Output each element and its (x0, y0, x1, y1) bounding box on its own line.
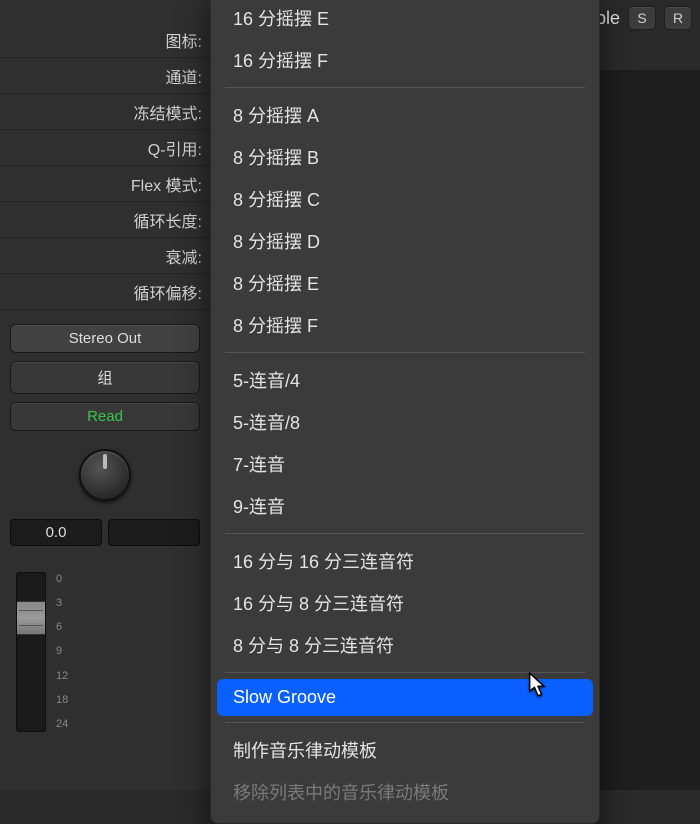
menu-item[interactable]: 9-连音 (211, 485, 599, 527)
ruler-tick: 9 (56, 646, 68, 657)
automation-read-button[interactable]: Read (10, 402, 200, 431)
menu-item[interactable]: 5-连音/8 (211, 401, 599, 443)
menu-item[interactable]: 7-连音 (211, 443, 599, 485)
solo-button[interactable]: S (628, 6, 656, 30)
menu-item[interactable]: 16 分与 8 分三连音符 (211, 582, 599, 624)
inspector-panel: 图标: 通道: 冻结模式: Q-引用: Flex 模式: 循环长度: 衰减: 循… (0, 0, 210, 790)
ruler-tick: 0 (56, 574, 68, 585)
menu-item[interactable]: 8 分摇摆 C (211, 178, 599, 220)
menu-separator (225, 722, 585, 723)
menu-separator (225, 352, 585, 353)
stereo-out-button[interactable]: Stereo Out (10, 324, 200, 353)
volume-fader[interactable] (16, 572, 46, 732)
menu-item[interactable]: 制作音乐律动模板 (211, 729, 599, 771)
ruler-tick: 6 (56, 622, 68, 633)
menu-separator (225, 87, 585, 88)
ruler-tick: 3 (56, 598, 68, 609)
ruler-tick: 12 (56, 671, 68, 682)
menu-item[interactable]: 8 分与 8 分三连音符 (211, 624, 599, 666)
menu-separator (225, 672, 585, 673)
menu-item[interactable]: 8 分摇摆 F (211, 304, 599, 346)
label-loop-offset: 循环偏移: (0, 274, 210, 310)
label-q-reference: Q-引用: (0, 130, 210, 166)
ruler-tick: 24 (56, 719, 68, 730)
menu-item[interactable]: 8 分摇摆 E (211, 262, 599, 304)
menu-separator (225, 533, 585, 534)
menu-item[interactable]: 5-连音/4 (211, 359, 599, 401)
label-icon: 图标: (0, 22, 210, 58)
quantize-menu[interactable]: 16 分摇摆 E16 分摇摆 F8 分摇摆 A8 分摇摆 B8 分摇摆 C8 分… (210, 0, 600, 824)
group-button[interactable]: 组 (10, 361, 200, 394)
meter-value[interactable] (108, 519, 200, 546)
pan-knob[interactable] (79, 449, 131, 501)
meter-ruler: 0 3 6 9 12 18 24 (56, 572, 68, 732)
ruler-tick: 18 (56, 695, 68, 706)
label-loop-length: 循环长度: (0, 202, 210, 238)
fader-cap[interactable] (16, 601, 46, 635)
label-flex-mode: Flex 模式: (0, 166, 210, 202)
menu-item[interactable]: 8 分摇摆 A (211, 94, 599, 136)
menu-item[interactable]: 8 分摇摆 D (211, 220, 599, 262)
menu-item[interactable]: 16 分与 16 分三连音符 (211, 540, 599, 582)
label-channel: 通道: (0, 58, 210, 94)
menu-item[interactable]: 16 分摇摆 F (211, 39, 599, 81)
record-button[interactable]: R (664, 6, 692, 30)
volume-value[interactable]: 0.0 (10, 519, 102, 546)
menu-item[interactable]: 16 分摇摆 E (211, 0, 599, 39)
label-decay: 衰减: (0, 238, 210, 274)
menu-item: 移除列表中的音乐律动模板 (211, 771, 599, 813)
menu-item[interactable]: Slow Groove (217, 679, 593, 716)
menu-item[interactable]: 8 分摇摆 B (211, 136, 599, 178)
label-freeze-mode: 冻结模式: (0, 94, 210, 130)
